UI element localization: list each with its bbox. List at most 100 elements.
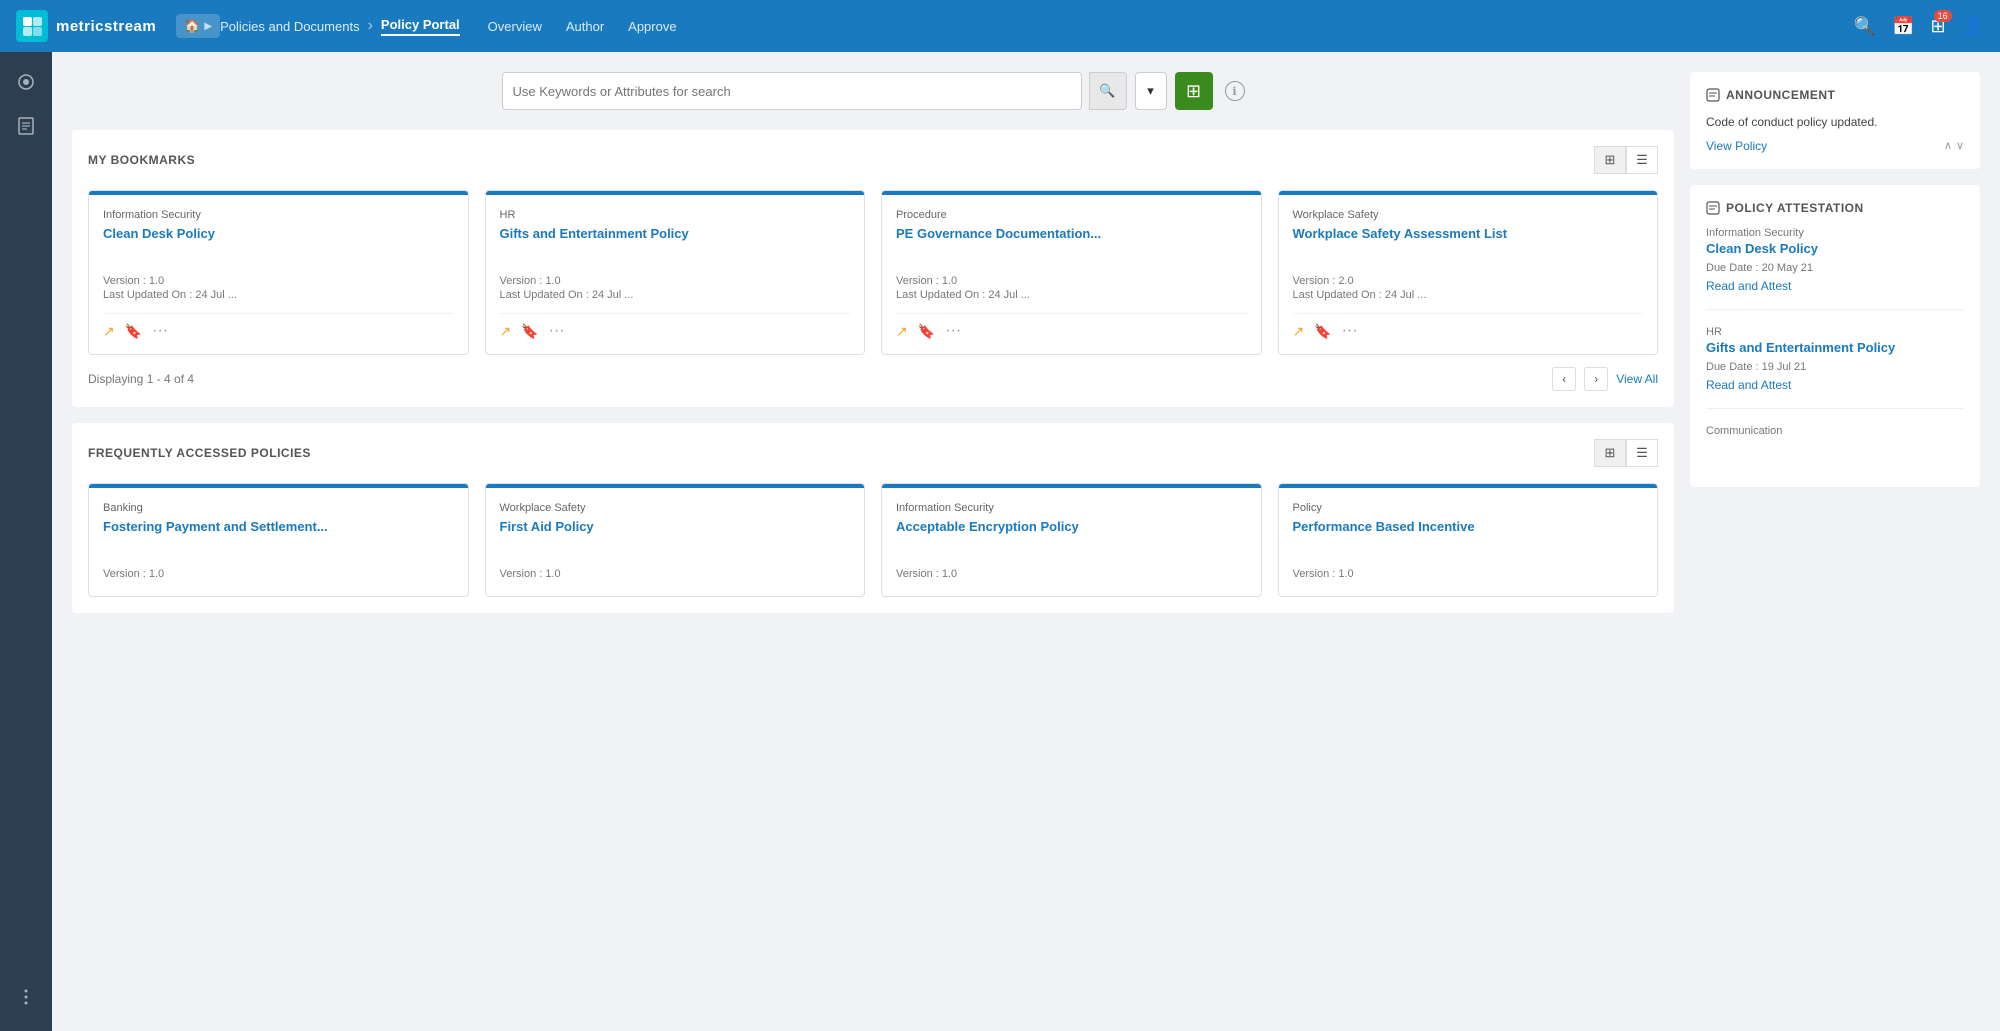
card-version: Version : 1.0 <box>103 275 454 287</box>
breadcrumb-policy-portal[interactable]: Policy Portal <box>381 17 460 36</box>
breadcrumb-overview[interactable]: Overview <box>488 19 542 34</box>
more-options-icon[interactable]: ··· <box>152 322 168 340</box>
breadcrumb-sep-1: › <box>368 17 373 35</box>
attestation-due-date: Due Date : 19 Jul 21 <box>1706 361 1964 373</box>
breadcrumb-approve[interactable]: Approve <box>628 19 676 34</box>
bookmark-icon[interactable]: 🔖 <box>521 323 538 340</box>
expand-icon[interactable]: ∨ <box>1956 139 1964 152</box>
pagination-controls: ‹ › View All <box>1552 367 1658 391</box>
top-navigation: metricstream 🏠 ▶ Policies and Documents … <box>0 0 2000 52</box>
bookmark-icon[interactable]: 🔖 <box>918 323 935 340</box>
frequent-title: FREQUENTLY ACCESSED POLICIES <box>88 446 311 460</box>
card-title[interactable]: Fostering Payment and Settlement... <box>103 518 454 556</box>
logo[interactable]: metricstream <box>16 10 156 42</box>
view-all-link[interactable]: View All <box>1616 372 1658 386</box>
card-category: Policy <box>1293 502 1644 514</box>
user-avatar[interactable]: 👤 <box>1962 16 1984 37</box>
chevron-down-icon: ▾ <box>1147 83 1154 99</box>
left-sidebar <box>0 52 52 1031</box>
grid-view-toggle[interactable]: ⊞ <box>1175 72 1213 110</box>
bookmark-card-4: Workplace Safety Workplace Safety Assess… <box>1278 190 1659 355</box>
attestation-item-2: HR Gifts and Entertainment Policy Due Da… <box>1706 326 1964 409</box>
card-actions: ↗ 🔖 ··· <box>500 313 851 340</box>
frequent-card-3: Information Security Acceptable Encrypti… <box>881 483 1262 597</box>
bookmark-icon[interactable]: 🔖 <box>1314 323 1331 340</box>
share-icon[interactable]: ↗ <box>500 323 512 340</box>
card-title[interactable]: First Aid Policy <box>500 518 851 556</box>
card-version: Version : 1.0 <box>1293 568 1644 580</box>
card-title[interactable]: Clean Desk Policy <box>103 225 454 263</box>
frequent-view-controls: ⊞ ☰ <box>1594 439 1658 467</box>
search-magnifier-icon: 🔍 <box>1099 83 1115 99</box>
search-icon[interactable]: 🔍 <box>1854 16 1876 37</box>
list-view-button[interactable]: ☰ <box>1626 439 1658 467</box>
attestation-section: POLICY ATTESTATION Information Security … <box>1690 185 1980 487</box>
more-options-icon[interactable]: ··· <box>549 322 565 340</box>
bookmark-card-2: HR Gifts and Entertainment Policy Versio… <box>485 190 866 355</box>
card-version: Version : 1.0 <box>103 568 454 580</box>
card-title[interactable]: Workplace Safety Assessment List <box>1293 225 1644 263</box>
share-icon[interactable]: ↗ <box>103 323 115 340</box>
bookmarks-view-controls: ⊞ ☰ <box>1594 146 1658 174</box>
grid-view-button[interactable]: ⊞ <box>1594 146 1626 174</box>
card-category: Banking <box>103 502 454 514</box>
attestation-policy-title[interactable]: Gifts and Entertainment Policy <box>1706 340 1964 355</box>
grid-view-button[interactable]: ⊞ <box>1594 439 1626 467</box>
more-options-icon[interactable]: ··· <box>1342 322 1358 340</box>
view-policy-link[interactable]: View Policy <box>1706 139 1767 153</box>
card-category: Procedure <box>896 209 1247 221</box>
filter-dropdown-button[interactable]: ▾ <box>1135 72 1167 110</box>
card-actions: ↗ 🔖 ··· <box>103 313 454 340</box>
search-input[interactable] <box>513 84 1071 99</box>
bookmarks-pagination: Displaying 1 - 4 of 4 ‹ › View All <box>88 367 1658 391</box>
card-body: Information Security Acceptable Encrypti… <box>882 488 1261 596</box>
card-title[interactable]: PE Governance Documentation... <box>896 225 1247 263</box>
attestation-category: Information Security <box>1706 227 1964 239</box>
sidebar-item-documents[interactable] <box>8 108 44 144</box>
calendar-icon[interactable]: 📅 <box>1892 16 1914 37</box>
attestation-policy-title[interactable]: Clean Desk Policy <box>1706 241 1964 256</box>
card-updated: Last Updated On : 24 Jul ... <box>103 289 454 301</box>
collapse-icon[interactable]: ∧ <box>1944 139 1952 152</box>
card-title[interactable]: Gifts and Entertainment Policy <box>500 225 851 263</box>
announcement-text: Code of conduct policy updated. <box>1706 114 1964 131</box>
list-view-button[interactable]: ☰ <box>1626 146 1658 174</box>
more-options-icon[interactable]: ··· <box>945 322 961 340</box>
breadcrumb-author[interactable]: Author <box>566 19 604 34</box>
bookmarks-header: MY BOOKMARKS ⊞ ☰ <box>88 146 1658 174</box>
read-attest-link-1[interactable]: Read and Attest <box>1706 279 1791 293</box>
frequent-header: FREQUENTLY ACCESSED POLICIES ⊞ ☰ <box>88 439 1658 467</box>
next-page-button[interactable]: › <box>1584 367 1608 391</box>
attestation-category: Communication <box>1706 425 1964 437</box>
card-category: Information Security <box>896 502 1247 514</box>
prev-page-button[interactable]: ‹ <box>1552 367 1576 391</box>
attestation-icon <box>1706 201 1720 215</box>
frequent-card-1: Banking Fostering Payment and Settlement… <box>88 483 469 597</box>
card-version: Version : 1.0 <box>896 568 1247 580</box>
share-icon[interactable]: ↗ <box>896 323 908 340</box>
share-icon[interactable]: ↗ <box>1293 323 1305 340</box>
card-updated: Last Updated On : 24 Jul ... <box>1293 289 1644 301</box>
card-actions: ↗ 🔖 ··· <box>896 313 1247 340</box>
sidebar-item-more[interactable] <box>8 979 44 1015</box>
frequent-card-2: Workplace Safety First Aid Policy Versio… <box>485 483 866 597</box>
card-title[interactable]: Performance Based Incentive <box>1293 518 1644 556</box>
announcement-icon <box>1706 88 1720 102</box>
attestation-item-3: Communication <box>1706 425 1964 455</box>
breadcrumb-policies[interactable]: Policies and Documents <box>220 19 359 34</box>
card-title[interactable]: Acceptable Encryption Policy <box>896 518 1247 556</box>
bookmarks-title: MY BOOKMARKS <box>88 153 195 167</box>
read-attest-link-2[interactable]: Read and Attest <box>1706 378 1791 392</box>
grid-icon: ⊞ <box>1186 81 1201 102</box>
card-category: Workplace Safety <box>1293 209 1644 221</box>
notifications-icon[interactable]: ⊞ 16 <box>1930 16 1945 37</box>
bookmarks-cards-grid: Information Security Clean Desk Policy V… <box>88 190 1658 355</box>
bookmark-icon[interactable]: 🔖 <box>125 323 142 340</box>
card-body: HR Gifts and Entertainment Policy Versio… <box>486 195 865 354</box>
home-button[interactable]: 🏠 ▶ <box>176 14 220 38</box>
search-input-container <box>502 72 1082 110</box>
search-button[interactable]: 🔍 <box>1089 72 1127 110</box>
sidebar-item-dashboard[interactable] <box>8 64 44 100</box>
home-chevron: ▶ <box>204 21 212 32</box>
help-icon[interactable]: ℹ <box>1225 81 1245 101</box>
